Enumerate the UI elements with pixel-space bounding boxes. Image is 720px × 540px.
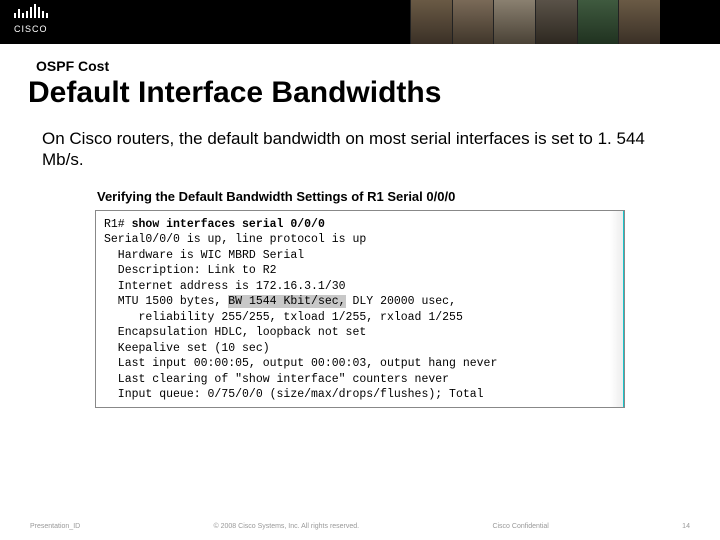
terminal-line: Keepalive set (10 sec): [104, 342, 270, 355]
slide-title: Default Interface Bandwidths: [0, 76, 720, 120]
terminal-line: Last clearing of "show interface" counte…: [104, 373, 449, 386]
terminal-line: reliability 255/255, txload 1/255, rxloa…: [104, 311, 463, 324]
terminal-highlight: BW 1544 Kbit/sec,: [228, 295, 345, 308]
terminal-output: R1# show interfaces serial 0/0/0 Serial0…: [96, 211, 624, 408]
slide-kicker: OSPF Cost: [0, 44, 720, 76]
terminal-window: R1# show interfaces serial 0/0/0 Serial0…: [95, 210, 625, 408]
footer-copyright: © 2008 Cisco Systems, Inc. All rights re…: [214, 523, 360, 530]
terminal-line: Hardware is WIC MBRD Serial: [104, 249, 304, 262]
terminal-command: show interfaces serial 0/0/0: [132, 218, 325, 231]
cisco-logo-icon: [14, 4, 48, 18]
terminal-line: DLY 20000 usec,: [346, 295, 456, 308]
terminal-scroll-shadow: [610, 211, 624, 407]
slide-body-text: On Cisco routers, the default bandwidth …: [0, 120, 720, 171]
footer-page-number: 14: [682, 523, 690, 530]
terminal-line: Encapsulation HDLC, loopback not set: [104, 326, 366, 339]
terminal-line: Last input 00:00:05, output 00:00:03, ou…: [104, 357, 497, 370]
slide-footer: Presentation_ID © 2008 Cisco Systems, In…: [0, 523, 720, 530]
terminal-line: Serial0/0/0 is up, line protocol is up: [104, 233, 366, 246]
footer-left: Presentation_ID: [30, 523, 80, 530]
terminal-line: Input queue: 0/75/0/0 (size/max/drops/fl…: [104, 388, 484, 401]
terminal-line: Description: Link to R2: [104, 264, 277, 277]
header-bar: CISCO: [0, 0, 720, 44]
terminal-heading: Verifying the Default Bandwidth Settings…: [95, 189, 625, 210]
header-photo-strip: [410, 0, 660, 44]
terminal-accent-edge: [623, 211, 625, 407]
terminal-line: MTU 1500 bytes,: [104, 295, 228, 308]
terminal-line: Internet address is 172.16.3.1/30: [104, 280, 346, 293]
footer-confidential: Cisco Confidential: [492, 523, 548, 530]
terminal-prompt: R1#: [104, 218, 132, 231]
terminal-figure: Verifying the Default Bandwidth Settings…: [95, 189, 625, 408]
